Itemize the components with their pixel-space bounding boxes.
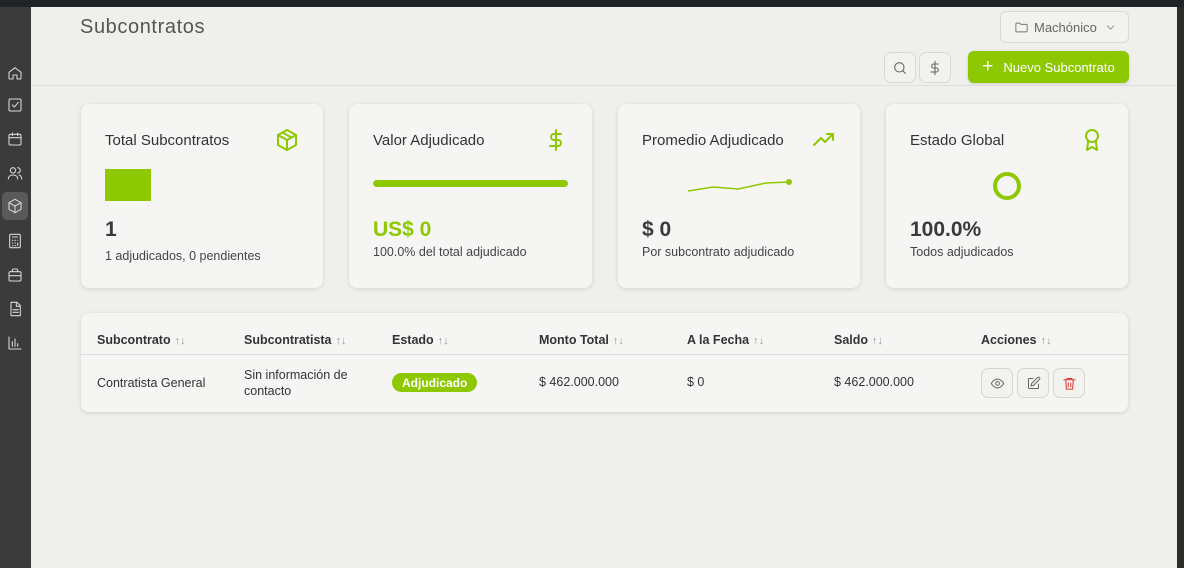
stat-value: $ 0 [642, 218, 672, 241]
sidebar-item-home[interactable] [2, 59, 28, 87]
sort-icon: ↑↓ [612, 335, 624, 347]
subcontracts-table: Subcontrato ↑↓ Subcontratista ↑↓ Estado ↑↓ … [81, 313, 1128, 412]
window-edge [1177, 7, 1184, 568]
stat-subtitle: 1 adjudicados, 0 pendientes [105, 249, 261, 263]
plus-icon: + [982, 55, 994, 77]
progress-ring [993, 172, 1021, 200]
stat-card-title: Valor Adjudicado [373, 132, 485, 149]
package-icon [275, 128, 299, 152]
sidebar-item-subcontracts[interactable] [2, 192, 28, 220]
home-icon [8, 67, 22, 80]
column-header-a-la-fecha[interactable]: A la Fecha ↑↓ [687, 333, 764, 347]
mini-bar [105, 169, 151, 201]
sparkline [687, 179, 792, 192]
dollar-icon [544, 128, 568, 152]
delete-button[interactable] [1053, 368, 1085, 398]
users-icon [7, 167, 23, 180]
calendar-icon [8, 132, 22, 146]
stat-card-estado: Estado Global 100.0% Todos adjudicados [886, 104, 1128, 288]
stat-card-promedio: Promedio Adjudicado $ 0 Por subcontrato … [618, 104, 860, 288]
stat-card-valor: Valor Adjudicado US$ 0 100.0% del total … [349, 104, 592, 288]
sidebar [0, 7, 31, 568]
stat-card-total: Total Subcontratos 1 1 adjudicados, 0 pe… [81, 104, 323, 288]
edit-button[interactable] [1017, 368, 1049, 398]
status-badge: Adjudicado [392, 373, 478, 392]
project-selector-label: Machónico [1034, 19, 1097, 35]
column-header-acciones[interactable]: Acciones ↑↓ [981, 333, 1052, 347]
cell-monto-total: $ 462.000.000 [539, 375, 619, 389]
sidebar-item-users[interactable] [2, 159, 28, 187]
stat-value: 100.0% [910, 218, 982, 241]
search-button[interactable] [884, 52, 916, 83]
folder-icon [1015, 22, 1028, 32]
award-icon [1080, 128, 1104, 152]
stat-subtitle: Todos adjudicados [910, 245, 1014, 259]
sidebar-item-reports[interactable] [2, 329, 28, 357]
header-divider [31, 85, 1177, 86]
stat-card-title: Total Subcontratos [105, 132, 230, 149]
column-header-subcontratista[interactable]: Subcontratista ↑↓ [244, 333, 347, 347]
sidebar-item-tasks[interactable] [2, 91, 28, 119]
document-icon [10, 301, 21, 317]
sort-icon: ↑↓ [335, 335, 347, 347]
top-bar [0, 0, 1184, 7]
sort-icon: ↑↓ [174, 335, 186, 347]
column-header-estado[interactable]: Estado ↑↓ [392, 333, 449, 347]
stat-value: 1 [105, 218, 117, 241]
sidebar-item-documents[interactable] [2, 295, 28, 323]
stat-value: US$ 0 [373, 218, 432, 241]
column-header-monto-total[interactable]: Monto Total ↑↓ [539, 333, 624, 347]
sort-icon: ↑↓ [1040, 335, 1052, 347]
checklist-icon [8, 98, 22, 112]
currency-button[interactable] [919, 52, 951, 83]
cell-a-la-fecha: $ 0 [687, 375, 705, 389]
page-title: Subcontratos [80, 16, 206, 38]
column-header-saldo[interactable]: Saldo ↑↓ [834, 333, 883, 347]
briefcase-icon [8, 268, 22, 282]
main-content: Subcontratos Machónico + Nuevo Subcontra… [31, 7, 1177, 568]
cell-subcontrato: Contratista General [97, 376, 206, 390]
bar-chart-icon [8, 336, 22, 350]
sort-icon: ↑↓ [872, 335, 884, 347]
new-subcontract-label: Nuevo Subcontrato [1003, 59, 1115, 75]
progress-fill [373, 180, 568, 187]
sort-icon: ↑↓ [437, 335, 449, 347]
stat-card-title: Promedio Adjudicado [642, 132, 784, 149]
stat-subtitle: 100.0% del total adjudicado [373, 245, 527, 259]
cell-saldo: $ 462.000.000 [834, 375, 914, 389]
cell-subcontratista: Sin información de contacto [244, 368, 348, 398]
new-subcontract-button[interactable]: + Nuevo Subcontrato [968, 51, 1129, 83]
trash-icon [1062, 377, 1076, 390]
stat-card-title: Estado Global [910, 132, 1005, 149]
chevron-down-icon [1106, 24, 1115, 30]
sidebar-item-briefcase[interactable] [2, 261, 28, 289]
sort-icon: ↑↓ [753, 335, 765, 347]
column-header-subcontrato[interactable]: Subcontrato ↑↓ [97, 333, 186, 347]
trending-up-icon [812, 128, 836, 152]
sidebar-item-calculator[interactable] [2, 227, 28, 255]
project-selector[interactable]: Machónico [1000, 11, 1129, 43]
sidebar-item-calendar[interactable] [2, 125, 28, 153]
package-icon [8, 198, 22, 214]
view-button[interactable] [981, 368, 1013, 398]
search-icon [894, 61, 906, 74]
progress-bar [373, 180, 568, 187]
edit-icon [1027, 376, 1040, 389]
stat-subtitle: Por subcontrato adjudicado [642, 245, 795, 259]
dollar-icon [930, 60, 939, 75]
eye-icon [990, 378, 1004, 388]
table-header-divider [81, 354, 1128, 355]
calculator-icon [9, 233, 21, 249]
